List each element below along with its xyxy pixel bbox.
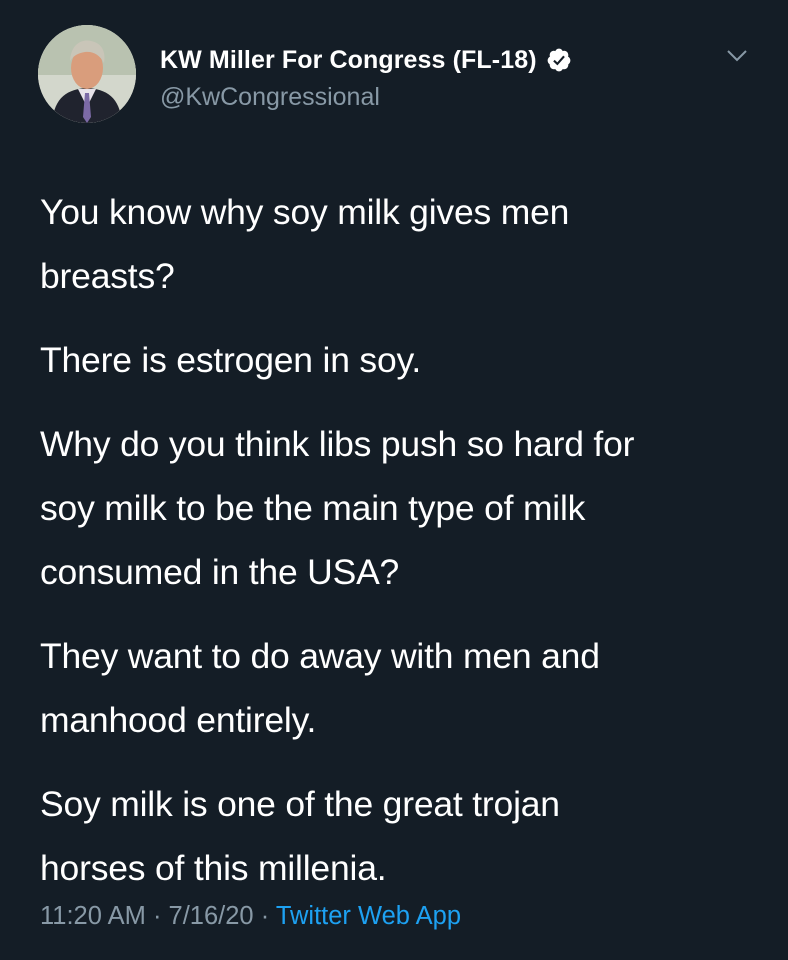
verified-badge-icon <box>547 48 571 72</box>
avatar[interactable] <box>38 25 136 123</box>
chevron-down-icon[interactable] <box>725 46 749 66</box>
tweet-metadata: 11:20 AM · 7/16/20 · Twitter Web App <box>40 902 461 931</box>
tweet-paragraph: Why do you think libs push so hard for s… <box>40 424 635 592</box>
tweet-paragraph: You know why soy milk gives men breasts? <box>40 192 570 296</box>
tweet-paragraph: They want to do away with men and manhoo… <box>40 636 600 740</box>
author-block[interactable]: KW Miller For Congress (FL-18) @KwCongre… <box>160 40 572 120</box>
tweet-paragraph: Soy milk is one of the great trojan hors… <box>40 784 560 888</box>
avatar-image <box>38 25 136 123</box>
meta-separator: · <box>253 902 276 930</box>
tweet-text: You know why soy milk gives men breasts?… <box>40 180 760 920</box>
tweet-source-link[interactable]: Twitter Web App <box>276 902 461 930</box>
tweet-time[interactable]: 11:20 AM <box>40 902 146 930</box>
display-name-row: KW Miller For Congress (FL-18) <box>160 40 572 80</box>
meta-separator: · <box>145 902 169 930</box>
tweet-date[interactable]: 7/16/20 <box>169 902 254 930</box>
display-name[interactable]: KW Miller For Congress (FL-18) <box>160 46 537 75</box>
handle[interactable]: @KwCongressional <box>160 80 572 114</box>
tweet-paragraph: There is estrogen in soy. <box>40 340 422 380</box>
tweet-card: KW Miller For Congress (FL-18) @KwCongre… <box>0 0 788 960</box>
